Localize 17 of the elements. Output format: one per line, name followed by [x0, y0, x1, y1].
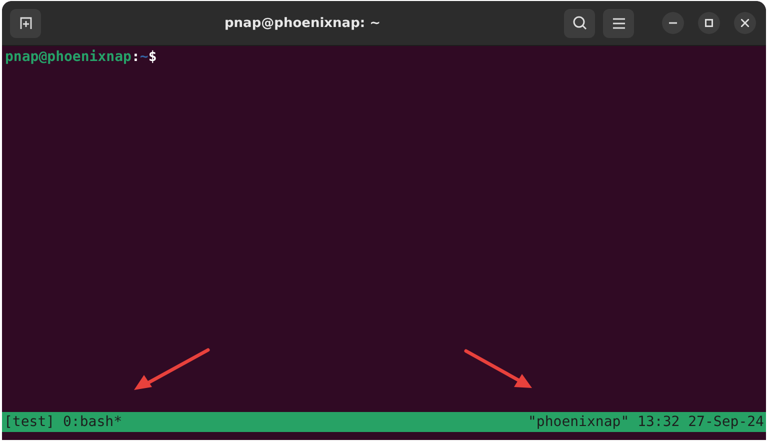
- menu-icon: [612, 18, 624, 28]
- search-button[interactable]: [564, 8, 595, 38]
- close-icon: [741, 19, 749, 27]
- session-window-label: [test] 0:bash*: [4, 414, 122, 430]
- minimize-icon: [669, 22, 677, 24]
- search-icon: [572, 15, 588, 31]
- shell-prompt: pnap@phoenixnap:~$: [5, 49, 157, 65]
- window-title: pnap@phoenixnap: ~: [224, 16, 382, 30]
- close-button[interactable]: [734, 12, 756, 34]
- host-clock-label: "phoenixnap" 13:32 27-Sep-24: [528, 414, 764, 430]
- menu-button[interactable]: [603, 8, 634, 38]
- minimize-button[interactable]: [662, 12, 684, 34]
- annotation-arrow: [462, 348, 534, 390]
- maximize-icon: [705, 19, 713, 27]
- new-tab-icon: [18, 16, 32, 30]
- maximize-button[interactable]: [698, 12, 720, 34]
- new-tab-button[interactable]: [10, 8, 41, 38]
